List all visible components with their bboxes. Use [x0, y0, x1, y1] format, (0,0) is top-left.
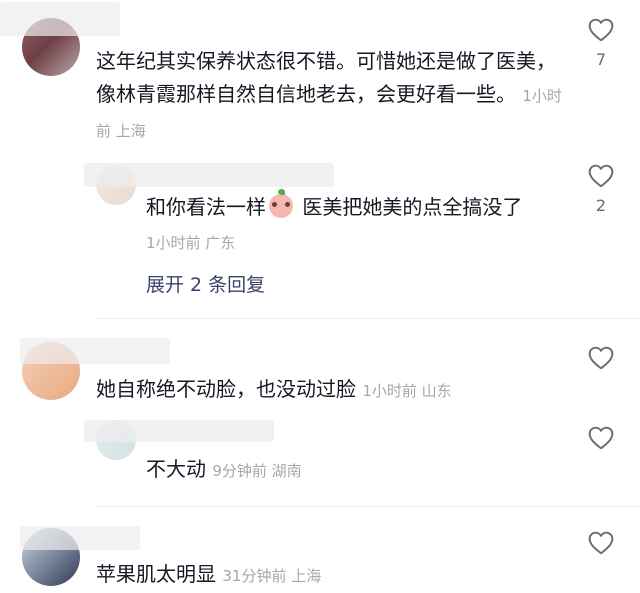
heart-outline-icon: [588, 164, 614, 188]
reply-body-end: 医美把她美的点全搞没了: [296, 195, 523, 219]
reply-text: 和你看法一样 医美把她美的点全搞没了: [146, 189, 566, 224]
reply-text: 不大动 9分钟前 湖南: [146, 453, 566, 488]
like-count: 2: [595, 196, 607, 215]
like-button[interactable]: 2: [587, 164, 615, 215]
reply-body-start: 和你看法一样: [146, 195, 266, 219]
reply-meta: 9分钟前 湖南: [212, 462, 302, 480]
like-count: 7: [595, 50, 607, 69]
like-button[interactable]: [587, 346, 615, 370]
divider: [96, 506, 640, 507]
username-redacted[interactable]: [0, 2, 120, 36]
heart-outline-icon: [588, 531, 614, 555]
username-redacted[interactable]: [20, 338, 170, 364]
username-redacted[interactable]: [84, 420, 274, 442]
reply-body: 不大动: [146, 457, 206, 481]
comment-body: 这年纪其实保养状态很不错。可惜她还是做了医美，像林青霞那样自然自信地老去，会更好…: [96, 49, 556, 106]
divider: [96, 318, 640, 319]
comment-meta: 31分钟前 上海: [222, 567, 322, 585]
comment-body: 苹果肌太明显: [96, 562, 216, 586]
like-button[interactable]: 7: [587, 18, 615, 69]
reply-meta: 1小时前 广东: [146, 234, 236, 252]
comment-text: 她自称绝不动脸，也没动过脸 1小时前 山东: [96, 373, 566, 408]
heart-outline-icon: [588, 346, 614, 370]
comment-text: 苹果肌太明显 31分钟前 上海: [96, 558, 566, 593]
like-button[interactable]: [587, 531, 615, 555]
username-redacted[interactable]: [20, 526, 140, 550]
heart-outline-icon: [588, 426, 614, 450]
peach-face-emoji-icon: [269, 189, 293, 218]
heart-outline-icon: [588, 18, 614, 42]
comment-meta: 1小时前 山东: [362, 382, 452, 400]
expand-replies-button[interactable]: 展开 2 条回复: [146, 270, 265, 297]
like-button[interactable]: [587, 426, 615, 450]
comment-body: 她自称绝不动脸，也没动过脸: [96, 377, 356, 401]
username-redacted[interactable]: [84, 163, 334, 187]
comment-text: 这年纪其实保养状态很不错。可惜她还是做了医美，像林青霞那样自然自信地老去，会更好…: [96, 45, 566, 148]
